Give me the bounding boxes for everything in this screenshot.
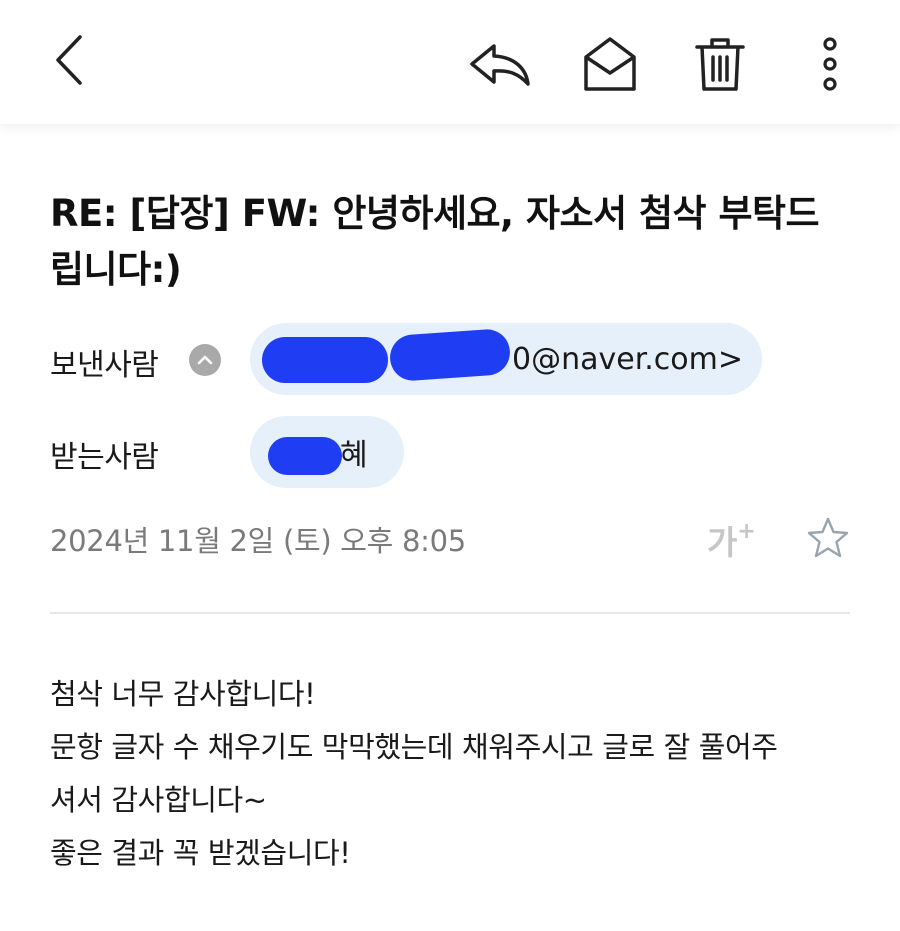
recipient-label: 받는사람	[50, 440, 159, 475]
email-body: 첨삭 너무 감사합니다! 문항 글자 수 채우기도 막막했는데 채워주시고 글로…	[50, 668, 870, 880]
redaction-mark	[268, 437, 342, 475]
recipient-chip[interactable]: 혜	[250, 416, 404, 488]
redaction-mark	[388, 327, 512, 383]
chevron-up-icon	[197, 355, 213, 365]
font-size-label: 가	[707, 523, 738, 562]
divider	[50, 612, 850, 614]
sender-chip[interactable]: 0@naver.com>	[250, 323, 762, 395]
email-subject: RE: [답장] FW: 안녕하세요, 자소서 첨삭 부탁드립니다:)	[50, 192, 820, 291]
email-date: 2024년 11월 2일 (토) 오후 8:05	[50, 524, 466, 558]
body-line: 문항 글자 수 채우기도 막막했는데 채워주시고 글로 잘 풀어주	[50, 730, 778, 764]
trash-icon	[695, 38, 745, 91]
star-outline-icon	[807, 517, 849, 558]
font-size-plus: +	[737, 519, 756, 544]
reply-button[interactable]	[466, 38, 534, 90]
reply-icon	[470, 44, 530, 86]
star-button[interactable]	[804, 514, 852, 562]
font-size-button[interactable]: 가+	[707, 516, 756, 564]
expand-recipients-button[interactable]	[189, 344, 221, 376]
back-button[interactable]	[44, 30, 94, 90]
sender-email: 0@naver.com>	[512, 341, 744, 377]
body-line: 셔서 감사합니다~	[50, 783, 267, 817]
more-options-button[interactable]	[812, 34, 848, 94]
body-line: 좋은 결과 꼭 받겠습니다!	[50, 836, 351, 870]
sender-label: 보낸사람	[50, 348, 159, 383]
chevron-left-icon	[56, 35, 82, 85]
mark-unread-button[interactable]	[580, 34, 640, 94]
delete-button[interactable]	[692, 34, 748, 94]
redaction-mark	[262, 337, 388, 383]
top-toolbar	[0, 0, 900, 124]
recipient-name: 혜	[340, 438, 368, 473]
envelope-open-icon	[584, 37, 636, 91]
body-line: 첨삭 너무 감사합니다!	[50, 677, 316, 711]
more-vertical-icon	[823, 37, 837, 91]
